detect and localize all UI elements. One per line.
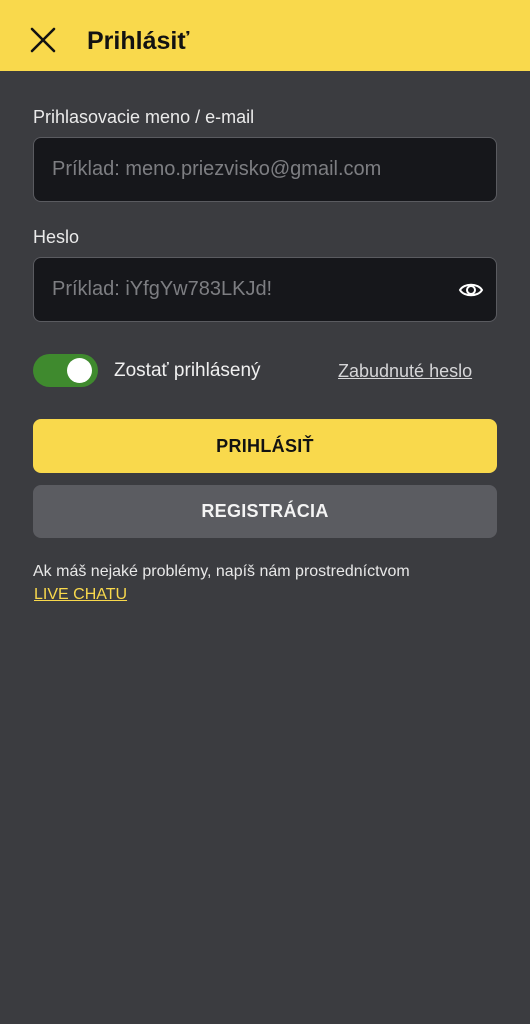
live-chat-link[interactable]: LIVE CHATU [34, 585, 127, 605]
show-password-button[interactable] [458, 277, 484, 303]
username-field[interactable] [33, 137, 497, 202]
toggle-knob [67, 358, 92, 383]
username-label: Prihlasovacie meno / e-mail [33, 107, 255, 127]
close-icon [30, 27, 56, 53]
top-bar: Prihlásiť [0, 0, 530, 71]
page-title: Prihlásiť [87, 27, 190, 55]
help-text: Ak máš nejaké problémy, napíš nám prostr… [33, 563, 410, 580]
register-button[interactable]: REGISTRÁCIA [33, 485, 497, 538]
stay-logged-in-label: Zostať prihlásený [114, 360, 261, 381]
login-button[interactable]: PRIHLÁSIŤ [33, 419, 497, 473]
close-button[interactable] [26, 23, 60, 57]
stay-logged-in-toggle[interactable] [33, 354, 98, 387]
forgot-password-link[interactable]: Zabudnuté heslo [338, 359, 472, 383]
password-input[interactable] [52, 258, 452, 321]
password-field[interactable] [33, 257, 497, 322]
password-label: Heslo [33, 227, 80, 247]
username-input[interactable] [52, 138, 452, 201]
eye-icon [458, 283, 484, 297]
